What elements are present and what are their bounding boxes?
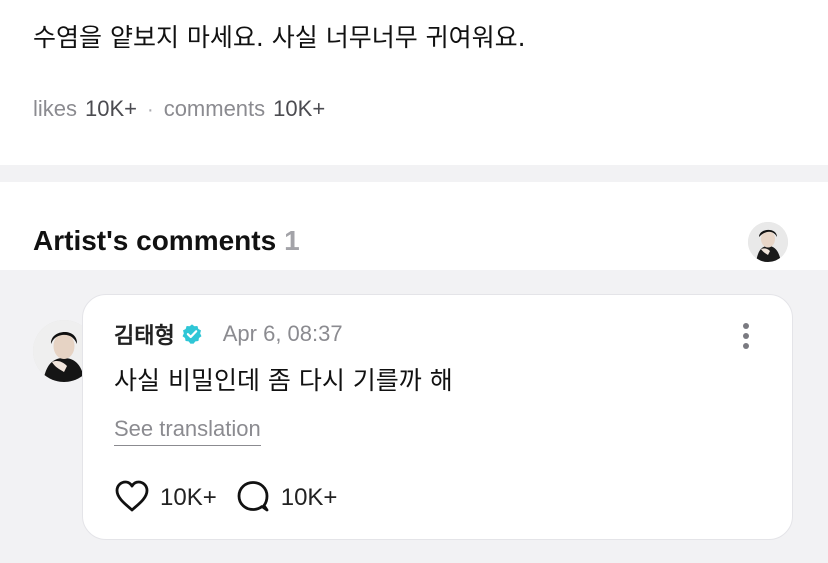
comments-count[interactable]: 10K+	[273, 96, 325, 121]
artist-comments-title: Artist's comments 1	[33, 222, 300, 260]
post-stats: likes 10K+ · comments 10K+	[33, 94, 325, 125]
like-button[interactable]: 10K+	[114, 479, 217, 518]
like-count: 10K+	[160, 484, 217, 511]
likes-count[interactable]: 10K+	[85, 96, 137, 121]
artist-comments-header: Artist's comments 1	[0, 182, 828, 270]
likes-label: likes	[33, 96, 78, 121]
post-section: 수염을 얕보지 마세요. 사실 너무너무 귀여워요. likes 10K+ · com…	[0, 0, 828, 165]
more-vertical-icon[interactable]	[733, 321, 759, 351]
post-text: 수염을 얕보지 마세요. 사실 너무너무 귀여워요.	[33, 23, 526, 52]
stats-separator: ·	[147, 99, 154, 121]
see-translation-link[interactable]: See translation	[114, 413, 261, 446]
heart-outline-icon	[114, 479, 150, 518]
artist-comments-title-text: Artist's comments	[33, 225, 277, 256]
comment-body: 사실 비밀인데 좀 다시 기를까 해	[114, 366, 453, 395]
comment-header: 김태형 Apr 6, 08:37	[114, 317, 343, 351]
comment-actions: 10K+ 10K+	[114, 479, 338, 518]
comment-timestamp: Apr 6, 08:37	[222, 321, 343, 346]
artist-comments-count: 1	[284, 225, 300, 256]
speech-bubble-outline-icon	[235, 479, 271, 518]
comment-author-name[interactable]: 김태형	[114, 318, 175, 350]
reply-count: 10K+	[280, 484, 338, 511]
comments-label: comments	[163, 96, 266, 121]
verified-badge-icon	[181, 323, 203, 345]
artist-avatar-small[interactable]	[748, 222, 788, 262]
artist-comment-card: 김태형 Apr 6, 08:37 사실 비밀인데 좀 다시 기를까 해 See …	[82, 294, 793, 540]
reply-button[interactable]: 10K+	[235, 479, 338, 518]
